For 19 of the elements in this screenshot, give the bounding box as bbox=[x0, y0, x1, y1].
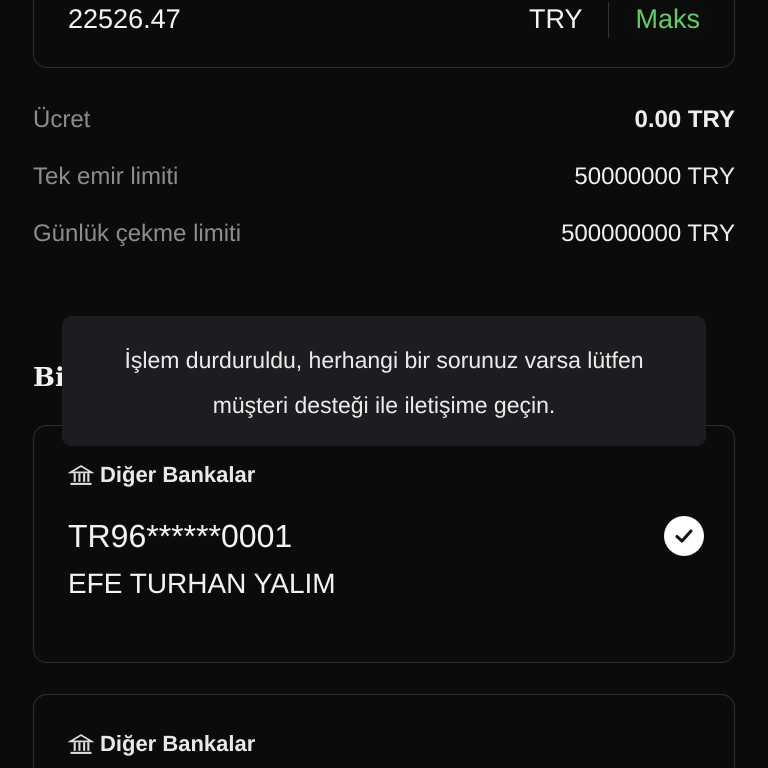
bank-name: Diğer Bankalar bbox=[100, 462, 256, 488]
account-holder: EFE TURHAN YALIM bbox=[68, 568, 337, 600]
iban-text: TR96******0001 bbox=[68, 518, 292, 554]
detail-label: Tek emir limiti bbox=[33, 163, 178, 191]
bank-name: Diğer Bankalar bbox=[100, 731, 256, 757]
detail-value: 50000000 TRY bbox=[574, 163, 735, 191]
max-button[interactable]: Maks bbox=[635, 2, 700, 36]
bank-account-card[interactable]: Diğer Bankalar bbox=[33, 694, 735, 768]
detail-label: Günlük çekme limiti bbox=[33, 220, 242, 248]
detail-value: 0.00 TRY bbox=[634, 106, 735, 134]
amount-field[interactable]: 22526.47 TRY Maks bbox=[33, 0, 735, 68]
amount-value: 22526.47 bbox=[68, 3, 182, 36]
detail-label: Ücret bbox=[33, 106, 90, 134]
bank-icon bbox=[68, 464, 94, 486]
toast-message: İşlem durduruldu, herhangi bir sorunuz varsa lütfen müşteri desteği ile iletişime geçin. bbox=[62, 316, 706, 446]
bank-icon bbox=[68, 734, 94, 754]
detail-value: 500000000 TRY bbox=[561, 220, 735, 248]
section-title: Bi bbox=[33, 362, 65, 394]
currency-label: TRY bbox=[528, 3, 582, 36]
